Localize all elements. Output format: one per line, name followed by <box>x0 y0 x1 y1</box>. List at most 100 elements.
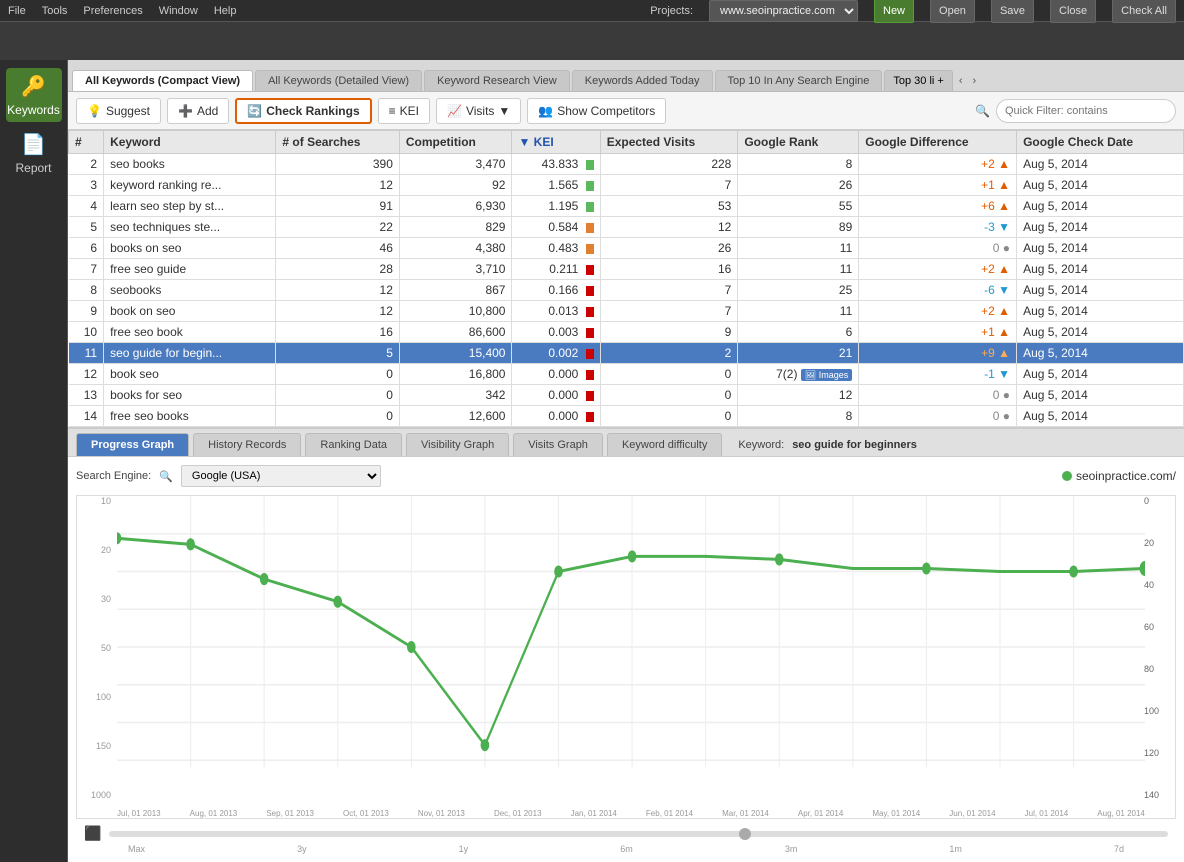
cell-searches: 91 <box>276 196 399 217</box>
table-row[interactable]: 14 free seo books 0 12,600 0.000 0 8 0 ●… <box>69 406 1184 427</box>
tab-keyword-research[interactable]: Keyword Research View <box>424 70 570 91</box>
bottom-tab-ranking-data[interactable]: Ranking Data <box>305 433 402 456</box>
save-button[interactable]: Save <box>991 0 1034 23</box>
col-kei[interactable]: ▼ KEI <box>512 131 600 154</box>
visits-dropdown-arrow: ▼ <box>498 104 510 118</box>
cell-date: Aug 5, 2014 <box>1017 196 1184 217</box>
table-row[interactable]: 12 book seo 0 16,800 0.000 0 7(2) 🖼 Imag… <box>69 364 1184 385</box>
tab-next-arrow[interactable]: › <box>969 71 981 91</box>
menu-help[interactable]: Help <box>214 5 237 17</box>
cell-rank: 21 <box>738 343 859 364</box>
col-rank[interactable]: Google Rank <box>738 131 859 154</box>
cell-num: 6 <box>69 238 104 259</box>
cell-rank: 7(2) 🖼 Images <box>738 364 859 385</box>
col-keyword[interactable]: Keyword <box>104 131 276 154</box>
cell-kei: 0.000 <box>512 406 600 427</box>
suggest-icon: 💡 <box>87 104 102 118</box>
cell-competition: 92 <box>399 175 512 196</box>
cell-visits: 2 <box>600 343 738 364</box>
table-row[interactable]: 7 free seo guide 28 3,710 0.211 16 11 +2… <box>69 259 1184 280</box>
scrubber-handle[interactable] <box>739 828 751 840</box>
suggest-button[interactable]: 💡 Suggest <box>76 98 161 124</box>
cell-searches: 46 <box>276 238 399 259</box>
tab-all-keywords-detailed[interactable]: All Keywords (Detailed View) <box>255 70 422 91</box>
table-row[interactable]: 9 book on seo 12 10,800 0.013 7 11 +2 ▲ … <box>69 301 1184 322</box>
tab-prev-arrow[interactable]: ‹ <box>955 71 967 91</box>
table-row[interactable]: 2 seo books 390 3,470 43.833 228 8 +2 ▲ … <box>69 154 1184 175</box>
kei-indicator <box>586 412 594 422</box>
legend-dot <box>1062 471 1072 481</box>
cell-searches: 22 <box>276 217 399 238</box>
cell-searches: 0 <box>276 406 399 427</box>
table-row[interactable]: 13 books for seo 0 342 0.000 0 12 0 ● Au… <box>69 385 1184 406</box>
project-select[interactable]: www.seoinpractice.com <box>709 0 858 22</box>
cell-date: Aug 5, 2014 <box>1017 217 1184 238</box>
open-button[interactable]: Open <box>930 0 975 23</box>
x-label-sep13: Sep, 01 2013 <box>266 809 314 818</box>
cell-diff: -1 ▼ <box>859 364 1017 385</box>
kei-button[interactable]: ≡ KEI <box>378 98 430 124</box>
visits-button[interactable]: 📈 Visits ▼ <box>436 98 521 124</box>
bottom-tab-visits-graph[interactable]: Visits Graph <box>513 433 603 456</box>
cell-num: 7 <box>69 259 104 280</box>
x-axis-labels: Jul, 01 2013 Aug, 01 2013 Sep, 01 2013 O… <box>117 809 1145 818</box>
col-visits[interactable]: Expected Visits <box>600 131 738 154</box>
competitors-icon: 👥 <box>538 104 553 118</box>
cell-diff: +1 ▲ <box>859 322 1017 343</box>
bottom-tab-keyword-difficulty[interactable]: Keyword difficulty <box>607 433 722 456</box>
cell-date: Aug 5, 2014 <box>1017 301 1184 322</box>
col-num[interactable]: # <box>69 131 104 154</box>
cell-date: Aug 5, 2014 <box>1017 154 1184 175</box>
add-button[interactable]: ➕ Add <box>167 98 229 124</box>
quick-filter-input[interactable] <box>996 99 1176 123</box>
sidebar-label-keywords: Keywords <box>7 103 60 117</box>
bottom-tab-progress-graph[interactable]: Progress Graph <box>76 433 189 456</box>
bottom-tab-history-records[interactable]: History Records <box>193 433 301 456</box>
x-label-mar14: Mar, 01 2014 <box>722 809 769 818</box>
menu-tools[interactable]: Tools <box>42 5 68 17</box>
cell-competition: 12,600 <box>399 406 512 427</box>
x-label-dec13: Dec, 01 2013 <box>494 809 542 818</box>
timeline-labels-row: Max 3y 1y 6m 3m 1m 7d <box>76 842 1176 854</box>
table-row[interactable]: 11 seo guide for begin... 5 15,400 0.002… <box>69 343 1184 364</box>
cell-rank: 6 <box>738 322 859 343</box>
bottom-tab-visibility-graph[interactable]: Visibility Graph <box>406 433 509 456</box>
menu-file[interactable]: File <box>8 5 26 17</box>
tab-all-keywords-compact[interactable]: All Keywords (Compact View) <box>72 70 253 91</box>
engine-select[interactable]: Google (USA) <box>181 465 381 487</box>
tab-keywords-added-today[interactable]: Keywords Added Today <box>572 70 713 91</box>
tab-top-30[interactable]: Top 30 li + <box>884 70 952 91</box>
close-button[interactable]: Close <box>1050 0 1096 23</box>
menu-window[interactable]: Window <box>159 5 198 17</box>
table-row[interactable]: 6 books on seo 46 4,380 0.483 26 11 0 ● … <box>69 238 1184 259</box>
scrubber-track[interactable] <box>109 831 1168 837</box>
col-diff[interactable]: Google Difference <box>859 131 1017 154</box>
col-date[interactable]: Google Check Date <box>1017 131 1184 154</box>
export-icon[interactable]: ⬛ <box>84 825 101 842</box>
check-all-button[interactable]: Check All <box>1112 0 1176 23</box>
table-row[interactable]: 5 seo techniques ste... 22 829 0.584 12 … <box>69 217 1184 238</box>
sidebar-item-keywords[interactable]: 🔑 Keywords <box>6 68 62 122</box>
y-label-50: 50 <box>77 643 115 653</box>
sidebar-item-report[interactable]: 📄 Report <box>6 126 62 180</box>
col-competition[interactable]: Competition <box>399 131 512 154</box>
cell-kei: 1.195 <box>512 196 600 217</box>
cell-num: 2 <box>69 154 104 175</box>
new-button[interactable]: New <box>874 0 914 23</box>
menu-preferences[interactable]: Preferences <box>83 5 142 17</box>
keywords-icon: 🔑 <box>21 74 46 99</box>
keyword-value: seo guide for beginners <box>792 439 917 451</box>
cell-diff: +1 ▲ <box>859 175 1017 196</box>
add-label: Add <box>197 104 218 118</box>
table-row[interactable]: 4 learn seo step by st... 91 6,930 1.195… <box>69 196 1184 217</box>
cell-keyword: learn seo step by st... <box>104 196 276 217</box>
tab-top-10[interactable]: Top 10 In Any Search Engine <box>715 70 883 91</box>
table-row[interactable]: 3 keyword ranking re... 12 92 1.565 7 26… <box>69 175 1184 196</box>
check-rankings-button[interactable]: 🔄 Check Rankings <box>235 98 371 124</box>
cell-rank: 8 <box>738 154 859 175</box>
table-row[interactable]: 8 seobooks 12 867 0.166 7 25 -6 ▼ Aug 5,… <box>69 280 1184 301</box>
show-competitors-button[interactable]: 👥 Show Competitors <box>527 98 666 124</box>
table-row[interactable]: 10 free seo book 16 86,600 0.003 9 6 +1 … <box>69 322 1184 343</box>
y-label-20: 20 <box>77 545 115 555</box>
col-searches[interactable]: # of Searches <box>276 131 399 154</box>
